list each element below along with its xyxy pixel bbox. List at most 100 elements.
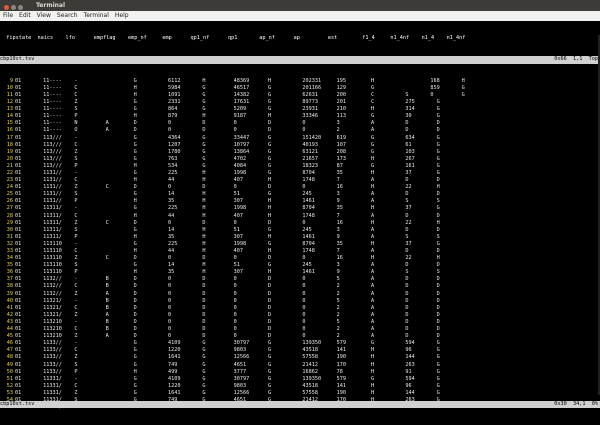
line-number: 22 [6,169,13,176]
row-text: 01 113210 C B D 0 D 0 D 0 2 A D D [15,326,440,333]
row-text: 01 11311/ S G 14 H 51 G 245 3 A D D [15,226,440,233]
table-row: 38 01 1132// C B D 0 D 0 D 0 2 A D D [0,283,600,290]
bottom-status-line: cbp10st.tsv 0x30 34,1 0% [0,401,600,409]
row-text: 01 113/// S G 763 G 4702 G 21657 173 H 2… [15,155,440,162]
line-number: 37 [6,276,13,283]
line-number: 42 [6,311,13,318]
table-row: 31 01 11311/ P H 35 H 307 H 1461 9 A S S [0,234,600,241]
row-text: 01 1132// - B D 0 D 0 D 0 5 A D D [15,276,440,283]
menu-file[interactable]: File [3,12,13,19]
table-row: 41 01 11321/ C B D 0 D 0 D 0 2 A D D [0,305,600,312]
line-number: 41 [6,304,13,311]
menu-terminal[interactable]: Terminal [84,12,109,19]
line-number: 11 [6,91,13,98]
title-bar: Terminal [0,0,600,11]
row-text: 01 11311/ Z C D 0 D 0 D 0 16 H 22 H [15,219,440,226]
row-text: 01 11331/ C G 1220 G 9803 G 43518 141 H … [15,382,440,389]
row-text: 01 113110 - G 225 H 1998 G 8704 35 H 37 … [15,240,440,247]
line-number: 13 [6,106,13,113]
row-text: 01 1131// S G 14 H 51 G 245 3 A D D [15,191,440,198]
line-number: 20 [6,155,13,162]
table-row: 19 01 113/// Z G 1780 G 13864 G 63121 208… [0,149,600,156]
row-text: 01 1131// P H 35 H 307 H 1461 9 A S S [15,198,440,205]
line-number: 50 [6,368,13,375]
table-row: 47 01 1133// C G 1220 G 9803 G 43518 141 … [0,347,600,354]
row-text: 01 1132// C B D 0 D 0 D 0 2 A D D [15,283,440,290]
table-row: 53 01 11331/ Z G 1641 G 12566 G 57558 190… [0,390,600,397]
row-text: 01 113/// - G 4364 G 33447 G 151420 619 … [15,134,440,141]
row-text: 01 1132// Z A D 0 D 0 D 0 2 A D D [15,290,440,297]
row-text: 01 113210 Z A D 0 D 0 D 0 2 A D D [15,333,440,340]
row-text: 01 113/// Z G 1780 G 13864 G 63121 208 G… [15,148,440,155]
top-status-line: cbp10st.tsv 0x66 1,1 Top [0,56,600,64]
line-number: 16 [6,127,13,134]
line-number: 51 [6,375,13,382]
row-text: 01 11321/ C B D 0 D 0 D 0 2 A D D [15,304,440,311]
row-text: 01 11---- P H 879 H 9187 H 33346 113 G 3… [15,113,440,120]
terminal-area[interactable]: fipstate naics lfo empflag emp_nf emp qp… [0,21,600,415]
close-icon[interactable] [4,5,9,10]
window-title: Terminal [36,2,66,9]
minimize-icon[interactable] [11,5,16,10]
line-number: 14 [6,113,13,120]
table-row: 27 01 11311/ - G 225 H 1998 H 8704 35 H 3… [0,205,600,212]
line-number: 40 [6,297,13,304]
row-text: 01 113210 - B D 0 D 0 D 0 5 A D D [15,318,440,325]
line-number: 12 [6,99,13,106]
line-number: 38 [6,283,13,290]
line-number: 18 [6,141,13,148]
line-number: 45 [6,333,13,340]
table-row: 33 01 113110 C H 44 H 407 H 1748 7 A D D [0,248,600,255]
row-text: 01 1133// C G 1220 G 9803 G 43518 141 H … [15,347,440,354]
row-text: 01 11331/ - G 4109 G 30797 G 139350 579 … [15,375,440,382]
line-number: 26 [6,198,13,205]
line-number: 19 [6,148,13,155]
row-text: 01 1133// Z G 1641 G 12566 G 57558 190 H… [15,354,440,361]
table-row: 52 01 11331/ C G 1220 G 9803 G 43518 141 … [0,383,600,390]
line-number: 32 [6,240,13,247]
bottom-status-position: 0x30 34,1 0% [554,401,598,407]
table-row: 30 01 11311/ S G 14 H 51 G 245 3 A D D [0,227,600,234]
line-number: 39 [6,290,13,297]
table-row: 39 01 1132// Z A D 0 D 0 D 0 2 A D D [0,291,600,298]
table-row: 26 01 1131// P H 35 H 307 H 1461 9 A S S [0,198,600,205]
line-number: 35 [6,262,13,269]
row-text: 01 11331/ Z G 1641 G 12566 G 57558 190 H… [15,389,440,396]
table-row: 34 01 113110 Z C D 0 D 0 D 0 16 H 22 H [0,255,600,262]
row-text: 01 11---- S G 864 G 5209 G 23931 210 H 3… [15,106,440,113]
line-number: 15 [6,120,13,127]
line-number: 36 [6,269,13,276]
table-row: 36 01 113110 P H 35 H 307 H 1461 9 A S S [0,269,600,276]
menu-view[interactable]: View [37,12,51,19]
menu-edit[interactable]: Edit [19,12,31,19]
table-row: 22 01 1131// - G 225 H 1998 G 8704 35 H 3… [0,170,600,177]
row-text: 01 11321/ Z A D 0 D 0 D 0 2 A D D [15,311,440,318]
menu-search[interactable]: Search [57,12,78,19]
table-row: 9 01 11---- - G 6112 H 48369 H 202331 195… [0,78,600,85]
table-row: 51 01 11331/ - G 4109 G 30797 G 139350 57… [0,376,600,383]
table-row: 10 01 11---- C H 5984 G 46517 G 201166 12… [0,85,600,92]
row-text: 01 11---- O A D 0 D 0 D 0 2 A D D [15,127,440,134]
menu-help[interactable]: Help [115,12,129,19]
maximize-icon[interactable] [18,5,23,10]
top-status-filename: cbp10st.tsv [0,56,35,63]
line-number: 23 [6,177,13,184]
line-number: 43 [6,318,13,325]
line-number: 52 [6,382,13,389]
table-row: 16 01 11---- O A D 0 D 0 D 0 2 A D D [0,127,600,134]
line-number: 48 [6,354,13,361]
table-row: 14 01 11---- P H 879 H 9187 H 33346 113 G… [0,113,600,120]
line-number: 24 [6,184,13,191]
line-number: 49 [6,361,13,368]
line-number: 31 [6,233,13,240]
row-text: 01 11---- C H 5984 G 46517 G 201166 129 … [15,84,465,91]
table-row: 20 01 113/// S G 763 G 4702 G 21657 173 H… [0,156,600,163]
row-text: 01 113/// P H 534 G 4084 G 18323 87 G 16… [15,162,440,169]
row-text: 01 11---- N A D 0 D 0 D 0 3 A D D [15,120,440,127]
top-status-position: 0x66 1,1 Top [554,56,598,63]
table-row: 46 01 1133// - G 4109 G 30797 G 139350 57… [0,340,600,347]
line-number: 17 [6,134,13,141]
line-number: 27 [6,205,13,212]
table-row: 21 01 113/// P H 534 G 4084 G 18323 87 G … [0,163,600,170]
row-text: 01 113110 S G 14 H 51 G 245 3 A D D [15,262,440,269]
